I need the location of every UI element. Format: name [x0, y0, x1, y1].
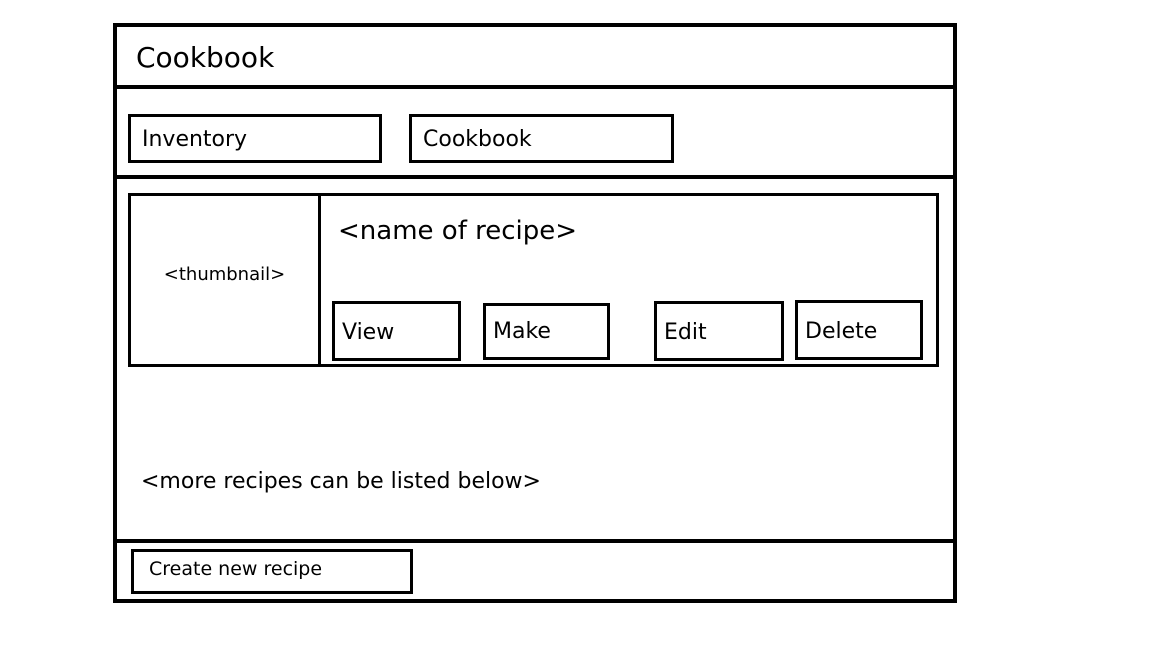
edit-button[interactable]: Edit [654, 301, 784, 361]
cookbook-nav-button[interactable]: Cookbook [409, 114, 674, 163]
recipe-list: <thumbnail> <name of recipe> View Make E… [117, 179, 953, 543]
thumbnail-placeholder: <thumbnail> [163, 264, 286, 285]
recipe-thumbnail: <thumbnail> [131, 196, 321, 364]
app-title: Cookbook [136, 41, 275, 74]
footer: Create new recipe [117, 547, 953, 599]
more-recipes-note: <more recipes can be listed below> [141, 469, 541, 494]
create-recipe-button[interactable]: Create new recipe [131, 549, 413, 594]
inventory-nav-button[interactable]: Inventory [128, 114, 382, 163]
view-button[interactable]: View [332, 301, 461, 361]
nav-bar: Inventory Cookbook [117, 93, 953, 179]
recipe-name: <name of recipe> [338, 216, 578, 246]
header: Cookbook [117, 27, 953, 89]
make-button[interactable]: Make [483, 303, 610, 360]
recipe-card: <thumbnail> <name of recipe> View Make E… [128, 193, 939, 367]
delete-button[interactable]: Delete [795, 300, 923, 360]
app-window: Cookbook Inventory Cookbook <thumbnail> … [113, 23, 957, 603]
